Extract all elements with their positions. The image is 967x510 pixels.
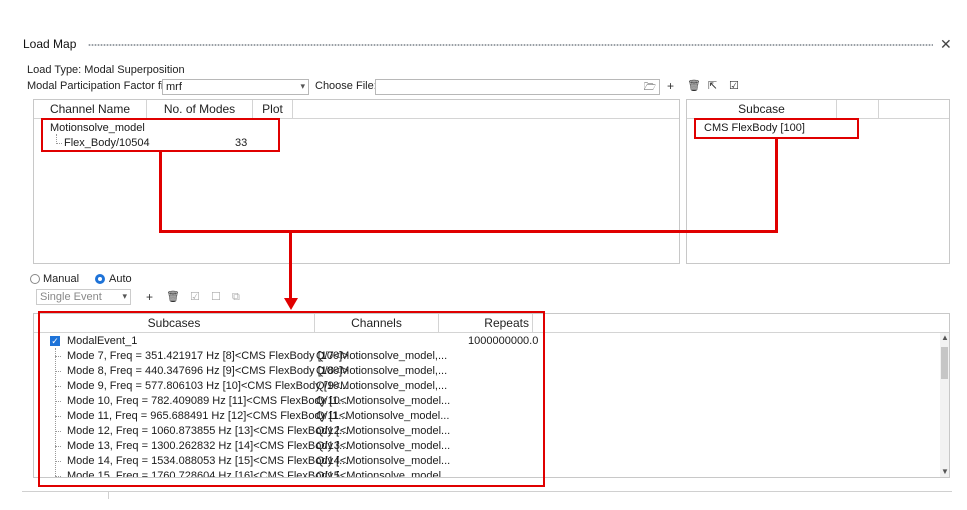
uncheck-all-icon[interactable]: ☐ bbox=[211, 290, 221, 304]
scroll-down-icon[interactable]: ▼ bbox=[941, 467, 949, 476]
vertical-scrollbar[interactable] bbox=[940, 333, 949, 477]
bottom-tick bbox=[108, 491, 109, 499]
mpf-file-select[interactable]: mrf ▾ bbox=[162, 79, 309, 95]
col-channel-name[interactable]: Channel Name bbox=[34, 100, 147, 119]
folder-open-icon[interactable]: 🗁 bbox=[644, 80, 656, 97]
manual-radio[interactable] bbox=[30, 274, 40, 284]
channel-table-header: Channel Name No. of Modes Plot bbox=[34, 100, 679, 119]
annotation-line bbox=[159, 152, 162, 232]
annotation-line bbox=[775, 139, 778, 232]
check-all-icon[interactable]: ☑ bbox=[190, 290, 200, 304]
annotation-box-channel bbox=[41, 118, 280, 152]
copy-icon[interactable]: ⧉ bbox=[232, 290, 240, 304]
annotation-line bbox=[289, 230, 292, 300]
mpf-label: Modal Participation Factor file: bbox=[27, 80, 175, 92]
mpf-file-value: mrf bbox=[166, 81, 182, 93]
export-icon[interactable]: ⇱ bbox=[708, 79, 717, 93]
scroll-up-icon[interactable]: ▲ bbox=[941, 333, 949, 342]
load-type-label: Load Type: Modal Superposition bbox=[27, 64, 185, 76]
col-blank[interactable] bbox=[837, 100, 879, 119]
annotation-box-subcase bbox=[694, 118, 859, 139]
choose-file-label: Choose File: bbox=[315, 80, 377, 92]
annotation-box-events bbox=[38, 311, 545, 487]
event-type-value: Single Event bbox=[40, 291, 102, 303]
check-icon[interactable]: ☑ bbox=[729, 79, 739, 93]
bottom-divider bbox=[22, 491, 952, 492]
event-type-select[interactable]: Single Event ▾ bbox=[36, 289, 131, 305]
close-icon[interactable]: ✕ bbox=[940, 36, 952, 53]
col-subcase[interactable]: Subcase bbox=[687, 100, 837, 119]
window-title: Load Map bbox=[23, 37, 77, 51]
subcase-table-header: Subcase bbox=[687, 100, 949, 119]
choose-file-input[interactable]: 🗁 bbox=[375, 79, 660, 95]
auto-label: Auto bbox=[109, 273, 132, 285]
add-icon[interactable]: + bbox=[667, 79, 674, 93]
col-no-of-modes[interactable]: No. of Modes bbox=[147, 100, 253, 119]
delete-event-icon[interactable]: 🗑 bbox=[166, 290, 180, 304]
delete-icon[interactable]: 🗑 bbox=[687, 79, 701, 93]
auto-radio[interactable] bbox=[95, 274, 105, 284]
col-plot[interactable]: Plot bbox=[253, 100, 293, 119]
manual-label: Manual bbox=[43, 273, 80, 285]
annotation-arrow-icon bbox=[284, 298, 298, 310]
chevron-down-icon: ▾ bbox=[300, 81, 305, 91]
add-event-icon[interactable]: + bbox=[146, 290, 153, 304]
title-drag-handle[interactable] bbox=[88, 43, 933, 47]
annotation-line bbox=[159, 230, 778, 233]
scrollbar-thumb[interactable] bbox=[941, 347, 948, 379]
chevron-down-icon: ▾ bbox=[122, 291, 127, 301]
